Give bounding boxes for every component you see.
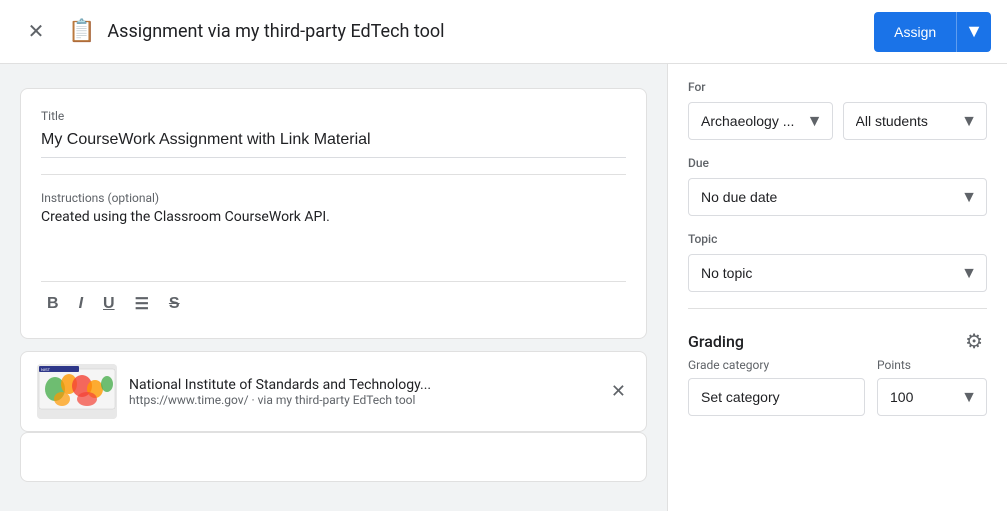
due-dropdown-wrapper: No due date ▼ [688, 178, 987, 216]
title-label: Title [41, 109, 626, 123]
points-dropdown[interactable]: 100 [877, 378, 987, 416]
attachment-card: NIST National Institute of Standards and… [20, 351, 647, 432]
formatting-toolbar: B I U ☰ S [41, 281, 626, 318]
due-dropdown[interactable]: No due date [688, 178, 987, 216]
close-icon: ✕ [28, 19, 45, 44]
topic-dropdown[interactable]: No topic [688, 254, 987, 292]
strikethrough-button[interactable]: S [163, 290, 186, 318]
svg-text:NIST: NIST [41, 367, 51, 372]
class-dropdown[interactable]: Archaeology ... [688, 102, 833, 140]
due-section: Due No due date ▼ [688, 156, 987, 216]
bold-button[interactable]: B [41, 290, 65, 318]
grading-settings-button[interactable]: ⚙ [961, 325, 987, 358]
close-icon: ✕ [611, 381, 626, 402]
page-title: Assignment via my third-party EdTech too… [107, 21, 862, 42]
attachment-url: https://www.time.gov/ · via my third-par… [129, 393, 595, 407]
grade-category-label: Grade category [688, 358, 865, 372]
main-layout: Title Instructions (optional) Created us… [0, 64, 1007, 511]
map-thumbnail-svg: NIST [37, 364, 117, 419]
grade-category-col: Grade category Set category [688, 358, 865, 416]
points-col: Points 100 ▼ [877, 358, 987, 416]
grading-title: Grading [688, 332, 744, 351]
grading-fields: Grade category Set category Points 100 ▼ [688, 358, 987, 416]
underline-button[interactable]: U [97, 290, 121, 318]
instructions-text[interactable]: Created using the Classroom CourseWork A… [41, 209, 626, 269]
students-dropdown-wrapper: All students ▼ [843, 102, 988, 140]
assign-dropdown-button[interactable]: ▼ [956, 12, 991, 52]
remove-attachment-button[interactable]: ✕ [607, 377, 630, 406]
bottom-stub [20, 432, 647, 482]
topbar: ✕ 📋 Assignment via my third-party EdTech… [0, 0, 1007, 64]
class-dropdown-wrapper: Archaeology ... ▼ [688, 102, 833, 140]
title-card: Title Instructions (optional) Created us… [20, 88, 647, 339]
topic-label: Topic [688, 232, 987, 246]
points-label: Points [877, 358, 987, 372]
for-section: For Archaeology ... ▼ All students ▼ [688, 80, 987, 140]
doc-icon: 📋 [68, 19, 95, 44]
topic-dropdown-wrapper: No topic ▼ [688, 254, 987, 292]
instructions-label: Instructions (optional) [41, 191, 626, 205]
assign-btn-group: Assign ▼ [874, 12, 991, 52]
due-label: Due [688, 156, 987, 170]
gear-icon: ⚙ [965, 329, 983, 354]
divider [41, 174, 626, 175]
list-button[interactable]: ☰ [129, 290, 155, 318]
attachment-thumbnail: NIST [37, 364, 117, 419]
chevron-down-icon: ▼ [965, 21, 983, 42]
left-panel: Title Instructions (optional) Created us… [0, 64, 667, 511]
grading-section: Grading ⚙ Grade category Set category Po… [688, 325, 987, 416]
topic-section: Topic No topic ▼ [688, 232, 987, 292]
attachment-info: National Institute of Standards and Tech… [129, 377, 595, 407]
right-panel: For Archaeology ... ▼ All students ▼ Due [667, 64, 1007, 511]
points-wrapper: 100 ▼ [877, 378, 987, 416]
italic-button[interactable]: I [73, 290, 89, 318]
grading-header: Grading ⚙ [688, 325, 987, 358]
students-dropdown[interactable]: All students [843, 102, 988, 140]
attachment-title: National Institute of Standards and Tech… [129, 377, 595, 393]
grading-divider [688, 308, 987, 309]
title-input[interactable] [41, 127, 626, 158]
for-label: For [688, 80, 987, 94]
set-category-button[interactable]: Set category [688, 378, 865, 416]
close-button[interactable]: ✕ [16, 12, 56, 52]
assign-button[interactable]: Assign [874, 12, 956, 52]
for-dropdowns: Archaeology ... ▼ All students ▼ [688, 102, 987, 140]
